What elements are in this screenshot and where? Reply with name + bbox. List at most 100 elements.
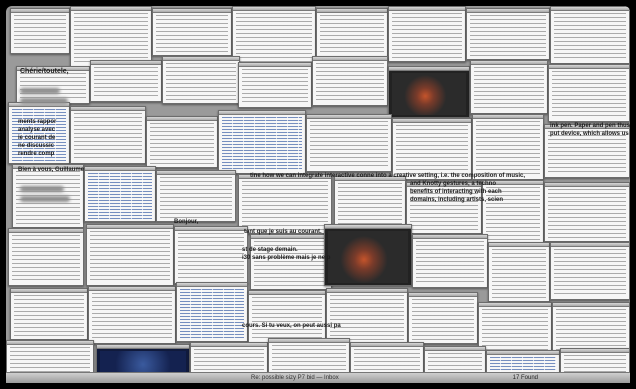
window-thumbnail[interactable] — [238, 62, 312, 108]
window-content-preview — [14, 15, 66, 51]
window-titlebar — [87, 225, 173, 229]
window-titlebar — [351, 343, 423, 347]
window-titlebar — [97, 345, 189, 349]
window-thumbnail[interactable] — [218, 110, 306, 174]
window-thumbnail[interactable] — [250, 234, 332, 290]
window-thumbnail[interactable] — [306, 114, 392, 172]
chez-heading: Chérie/toutele, — [20, 68, 69, 75]
window-titlebar — [85, 167, 155, 171]
blurred-text-line — [20, 88, 60, 94]
window-thumbnail[interactable] — [70, 106, 146, 164]
window-thumbnail[interactable] — [88, 286, 176, 344]
window-thumbnail[interactable] — [312, 56, 388, 106]
window-thumbnail[interactable] — [84, 166, 156, 222]
window-thumbnail[interactable] — [70, 6, 152, 68]
ments-line: rendre comp — [18, 151, 55, 157]
tant-que-text: tant que je suis au courant. — [244, 229, 322, 235]
window-thumbnail[interactable] — [488, 242, 550, 302]
window-titlebar — [7, 341, 93, 345]
window-thumbnail[interactable] — [152, 8, 232, 56]
window-titlebar — [147, 117, 217, 121]
window-titlebar — [561, 349, 629, 353]
window-titlebar — [471, 61, 547, 65]
courant-text: cours. Si tu veux, on peut aussi pa — [242, 323, 341, 329]
window-thumbnail[interactable] — [8, 228, 84, 286]
window-titlebar — [9, 229, 83, 233]
window-thumbnail[interactable] — [412, 234, 488, 288]
window-content-preview — [552, 71, 626, 119]
window-titlebar — [389, 67, 469, 71]
window-content-preview — [252, 297, 322, 341]
window-thumbnail[interactable] — [176, 282, 248, 342]
window-thumbnail[interactable] — [472, 114, 544, 180]
window-thumbnail[interactable] — [232, 6, 316, 66]
window-titlebar — [11, 9, 69, 13]
window-titlebar — [11, 289, 87, 293]
window-content-preview — [416, 241, 484, 285]
window-content-preview — [12, 235, 80, 283]
window-thumbnail[interactable] — [316, 8, 388, 58]
window-titlebar — [175, 227, 247, 231]
window-thumbnail[interactable] — [470, 60, 548, 114]
window-content-preview — [242, 181, 328, 231]
window-content-preview — [88, 173, 152, 219]
window-thumbnail[interactable] — [324, 224, 412, 286]
window-titlebar — [233, 7, 315, 11]
window-content-preview — [222, 117, 302, 171]
window-titlebar — [89, 287, 175, 291]
blurred-text-line — [20, 98, 68, 104]
window-titlebar — [413, 235, 487, 239]
window-content-preview — [20, 73, 86, 101]
window-thumbnail[interactable] — [90, 60, 162, 102]
window-thumbnail[interactable] — [466, 8, 550, 60]
mail-status-bar: Re: possible sizy P7 bid — Inbox 17 Foun… — [6, 372, 630, 383]
window-thumbnail[interactable] — [550, 242, 630, 300]
interactive-line: and Knotty gestures, a techno — [410, 181, 497, 187]
window-content-preview — [92, 293, 172, 341]
window-thumbnail[interactable] — [408, 292, 478, 344]
window-titlebar — [163, 57, 239, 61]
window-thumbnail[interactable] — [10, 288, 88, 340]
window-thumbnail[interactable] — [156, 170, 236, 222]
window-titlebar — [313, 57, 387, 61]
window-titlebar — [157, 171, 235, 175]
window-content-preview — [470, 15, 546, 57]
window-thumbnail[interactable] — [248, 290, 326, 344]
window-titlebar — [425, 347, 485, 351]
window-thumbnail[interactable] — [388, 6, 466, 62]
window-content-preview — [554, 13, 626, 61]
window-thumbnail[interactable] — [162, 56, 240, 104]
window-thumbnail[interactable] — [548, 64, 630, 122]
window-titlebar — [91, 61, 161, 65]
window-content-preview — [14, 295, 84, 337]
window-titlebar — [549, 65, 629, 69]
window-content-preview — [392, 13, 462, 59]
window-titlebar — [239, 63, 311, 67]
expose-window-grid: Chérie/toutele, Bien à vous, Guillaume Bon… — [6, 6, 630, 383]
window-thumbnail[interactable] — [86, 224, 174, 286]
window-thumbnail[interactable] — [388, 66, 470, 118]
window-titlebar — [553, 303, 629, 307]
window-content-preview — [94, 67, 158, 99]
window-thumbnail[interactable] — [326, 288, 408, 344]
window-thumbnail[interactable] — [146, 116, 218, 168]
window-thumbnail[interactable] — [174, 226, 248, 284]
window-titlebar — [393, 119, 471, 123]
window-titlebar — [487, 351, 559, 355]
window-thumbnail[interactable] — [10, 8, 70, 54]
window-thumbnail[interactable] — [550, 6, 630, 64]
window-content-preview — [242, 69, 308, 105]
window-titlebar — [249, 291, 325, 295]
window-content-preview — [554, 249, 626, 297]
window-content-preview — [180, 289, 244, 339]
window-titlebar — [489, 243, 549, 247]
blurred-text-line — [20, 196, 70, 202]
window-content-preview — [328, 231, 408, 283]
window-content-preview — [320, 15, 384, 55]
window-thumbnail[interactable] — [478, 302, 552, 356]
window-content-preview — [74, 13, 148, 65]
window-thumbnail[interactable] — [392, 118, 472, 180]
window-content-preview — [156, 15, 228, 53]
window-thumbnail[interactable] — [544, 182, 630, 242]
window-thumbnail[interactable] — [238, 174, 332, 234]
